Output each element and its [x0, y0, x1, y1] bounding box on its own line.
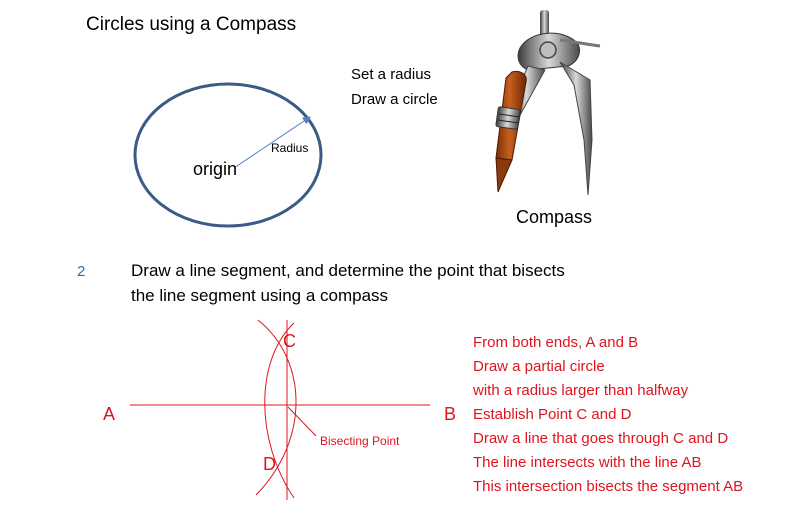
section-number: 2	[77, 263, 86, 280]
origin-circle	[133, 82, 323, 228]
construction-steps: From both ends, A and B Draw a partial c…	[473, 333, 743, 501]
step-item: From both ends, A and B	[473, 334, 639, 351]
section2-heading-line2: the line segment using a compass	[131, 286, 389, 305]
section2-heading-line1: Draw a line segment, and determine the p…	[131, 261, 565, 280]
section1-title: Circles using a Compass	[86, 14, 297, 35]
point-d-label: D	[263, 454, 276, 474]
point-b-label: B	[444, 404, 457, 424]
step-item: Draw a line that goes through C and D	[473, 430, 729, 447]
compass-caption: Compass	[516, 207, 593, 227]
instruction-draw-circle: Draw a circle	[351, 91, 438, 108]
point-a-label: A	[103, 404, 116, 424]
instruction-set-radius: Set a radius	[351, 66, 432, 83]
bisection-construction	[130, 319, 430, 500]
point-c-label: C	[283, 331, 296, 351]
step-item: with a radius larger than halfway	[473, 382, 689, 399]
bisecting-point-label: Bisecting Point	[320, 434, 400, 448]
origin-label: origin	[193, 159, 238, 179]
step-item: Establish Point C and D	[473, 406, 632, 423]
step-item: This intersection bisects the segment AB	[473, 478, 744, 495]
step-item: The line intersects with the line AB	[473, 454, 702, 471]
step-item: Draw a partial circle	[473, 358, 605, 375]
compass-illustration	[495, 10, 601, 196]
radius-label: Radius	[271, 141, 309, 155]
